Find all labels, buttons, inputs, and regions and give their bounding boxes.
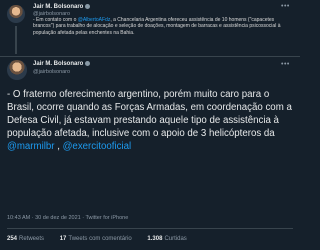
thread-line [15,26,17,54]
mention-link[interactable]: @marmilbr [7,141,55,152]
tweet-meta[interactable]: 10:43 AM · 30 de dez de 2021 · Twitter f… [7,215,128,221]
verified-icon [85,4,91,9]
retweets-count[interactable]: 254 Retweets [7,236,44,242]
handle[interactable]: @jairbolsonaro [33,69,70,75]
tweet-stats: 254 Retweets 17 Tweets com comentário 1.30… [7,236,201,242]
display-name[interactable]: Jair M. Bolsonaro [33,61,91,68]
avatar[interactable] [7,5,25,23]
quote-tweets-count[interactable]: 17 Tweets com comentário [60,236,132,242]
verified-icon [85,61,91,66]
tweet-text: - O fraterno oferecimento argentino, por… [7,89,292,152]
mention-link[interactable]: @exercitooficial [63,141,132,152]
more-icon[interactable]: ••• [281,61,290,68]
mention-link[interactable]: @AlbertoAFdz [78,17,111,23]
divider [7,228,293,229]
tweet-text: - Em contato com o @AlbertoAFdz, a Chanc… [33,17,281,36]
more-icon[interactable]: ••• [281,3,290,10]
likes-count[interactable]: 1.308 Curtidas [147,236,186,242]
divider [0,56,300,57]
display-name[interactable]: Jair M. Bolsonaro [33,4,91,11]
avatar[interactable] [7,60,27,80]
